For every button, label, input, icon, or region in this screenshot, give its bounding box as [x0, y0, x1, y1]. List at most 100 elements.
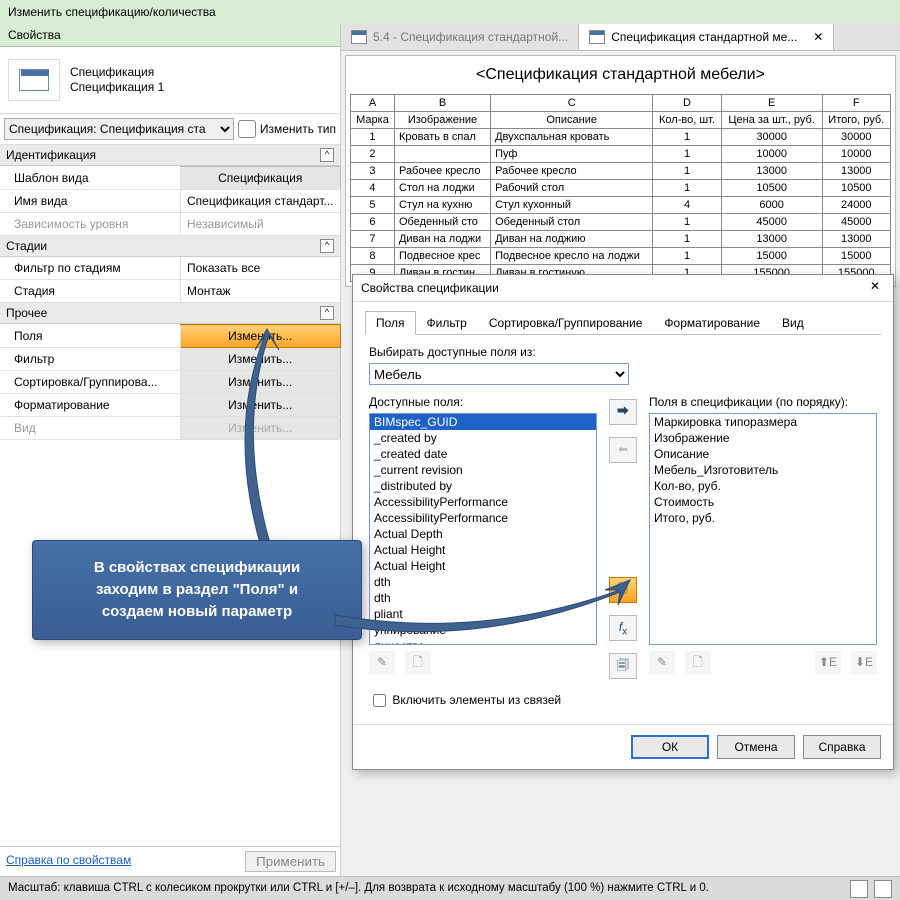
schedule-view: <Спецификация стандартной мебели> ABCDEF…: [345, 55, 896, 287]
new-param-button[interactable]: 🗋: [405, 651, 431, 675]
edit-button: ✎: [649, 651, 675, 675]
schedule-fields-listbox[interactable]: Маркировка типоразмераИзображениеОписани…: [649, 413, 877, 645]
move-down-button: ⬇E: [851, 651, 877, 675]
section-identification[interactable]: Идентификация^: [0, 145, 340, 166]
category-dropdown[interactable]: Мебель: [369, 363, 629, 385]
list-item[interactable]: _current revision: [370, 462, 596, 478]
help-button[interactable]: Справка: [803, 735, 881, 759]
table-row[interactable]: 4Стол на лоджиРабочий стол11050010500: [351, 180, 891, 197]
col-header[interactable]: Марка: [351, 112, 395, 129]
schedule-title: <Спецификация стандартной мебели>: [350, 60, 891, 94]
available-fields-label: Доступные поля:: [369, 395, 597, 409]
col-letter[interactable]: B: [394, 95, 490, 112]
table-row[interactable]: 5Стул на кухнюСтул кухонный4600024000: [351, 197, 891, 214]
edit-type-button[interactable]: Изменить тип: [238, 120, 336, 138]
cancel-button[interactable]: Отмена: [717, 735, 795, 759]
dialog-tab-0[interactable]: Поля: [365, 311, 416, 335]
col-header[interactable]: Изображение: [394, 112, 490, 129]
list-item[interactable]: Actual Height: [370, 542, 596, 558]
dialog-tabs: ПоляФильтрСортировка/ГруппированиеФормат…: [365, 310, 881, 335]
window-title-bar: Изменить спецификацию/количества: [0, 0, 900, 24]
list-item[interactable]: Кол-во, руб.: [650, 478, 876, 494]
col-letter[interactable]: F: [822, 95, 891, 112]
properties-title: Свойства: [0, 24, 340, 47]
list-item[interactable]: AccessibilityPerformance: [370, 494, 596, 510]
combine-params-button[interactable]: 🗐: [609, 653, 637, 679]
prop-name: Поля: [0, 325, 181, 348]
dialog-tab-4[interactable]: Вид: [771, 311, 815, 335]
col-letter[interactable]: C: [491, 95, 653, 112]
gear-icon: [238, 120, 256, 138]
list-item[interactable]: _created by: [370, 430, 596, 446]
table-row[interactable]: 7Диван на лоджиДиван на лоджию1130001300…: [351, 231, 891, 248]
add-field-button[interactable]: ⮕: [609, 399, 637, 425]
callout-arrow: [330, 570, 640, 650]
in-schedule-fields-label: Поля в спецификации (по порядку):: [649, 395, 877, 409]
table-row[interactable]: 8Подвесное кресПодвесное кресло на лоджи…: [351, 248, 891, 265]
doc-tab-0[interactable]: 5.4 - Спецификация стандартной...: [341, 24, 579, 50]
table-row[interactable]: 6Обеденный стоОбеденный стол14500045000: [351, 214, 891, 231]
dialog-tab-2[interactable]: Сортировка/Группирование: [478, 311, 654, 335]
col-letter[interactable]: D: [653, 95, 722, 112]
col-letter[interactable]: E: [721, 95, 822, 112]
section-phases[interactable]: Стадии^: [0, 236, 340, 257]
instance-selector[interactable]: Спецификация: Спецификация ста: [4, 118, 234, 140]
list-item[interactable]: Итого, руб.: [650, 510, 876, 526]
list-item[interactable]: _distributed by: [370, 478, 596, 494]
doc-tab-1[interactable]: Спецификация стандартной ме...✕: [579, 24, 834, 50]
status-icon-2[interactable]: [874, 880, 892, 898]
collapse-icon[interactable]: ^: [320, 148, 334, 162]
table-row[interactable]: 1Кровать в спалДвухспальная кровать13000…: [351, 129, 891, 146]
view-name-value[interactable]: Спецификация стандарт...: [181, 190, 341, 213]
table-row[interactable]: 3Рабочее креслоРабочее кресло11300013000: [351, 163, 891, 180]
type-name: Спецификация: [70, 65, 164, 80]
list-item[interactable]: _created date: [370, 446, 596, 462]
prop-name: Стадия: [0, 280, 181, 303]
dialog-close-button[interactable]: ✕: [865, 279, 885, 297]
col-header[interactable]: Описание: [491, 112, 653, 129]
list-item[interactable]: Стоимость: [650, 494, 876, 510]
dialog-tab-3[interactable]: Форматирование: [653, 311, 771, 335]
edit-param-button[interactable]: ✎: [369, 651, 395, 675]
remove-field-button[interactable]: ⬅: [609, 437, 637, 463]
prop-name: Фильтр по стадиям: [0, 257, 181, 280]
properties-help-link[interactable]: Справка по свойствам: [0, 847, 137, 876]
ok-button[interactable]: ОК: [631, 735, 709, 759]
list-item[interactable]: Маркировка типоразмера: [650, 414, 876, 430]
callout-arrow: [205, 315, 345, 565]
col-header[interactable]: Итого, руб.: [822, 112, 891, 129]
table-row[interactable]: 2Пуф11000010000: [351, 146, 891, 163]
list-item[interactable]: Мебель_Изготовитель: [650, 462, 876, 478]
list-item[interactable]: AccessibilityPerformance: [370, 510, 596, 526]
tutorial-callout: В свойствах спецификации заходим в разде…: [32, 540, 362, 640]
schedule-tab-icon: [589, 30, 605, 44]
view-template-value[interactable]: Спецификация: [181, 167, 341, 190]
dialog-title: Свойства спецификации: [361, 281, 499, 295]
col-header[interactable]: Цена за шт., руб.: [721, 112, 822, 129]
type-selector[interactable]: Спецификация Спецификация 1: [0, 47, 340, 114]
schedule-tab-icon: [351, 30, 367, 44]
list-item[interactable]: Изображение: [650, 430, 876, 446]
prop-name: Форматирование: [0, 394, 181, 417]
list-item[interactable]: Описание: [650, 446, 876, 462]
schedule-table[interactable]: ABCDEF МаркаИзображениеОписаниеКол-во, ш…: [350, 94, 891, 282]
apply-button[interactable]: Применить: [245, 851, 336, 872]
prop-name: Шаблон вида: [0, 167, 181, 190]
collapse-icon[interactable]: ^: [320, 239, 334, 253]
status-bar: Масштаб: клавиша CTRL с колесиком прокру…: [0, 876, 900, 900]
close-tab-icon[interactable]: ✕: [813, 30, 823, 44]
status-icon-1[interactable]: [850, 880, 868, 898]
document-tabs: 5.4 - Спецификация стандартной... Специф…: [341, 24, 900, 51]
list-item[interactable]: BIMspec_GUID: [370, 414, 596, 430]
list-item[interactable]: Actual Depth: [370, 526, 596, 542]
col-header[interactable]: Кол-во, шт.: [653, 112, 722, 129]
dialog-tab-1[interactable]: Фильтр: [416, 311, 478, 335]
include-links-checkbox[interactable]: Включить элементы из связей: [369, 693, 561, 707]
phase-value[interactable]: Монтаж: [181, 280, 341, 303]
schedule-icon: [8, 59, 60, 101]
prop-name: Сортировка/Группирова...: [0, 371, 181, 394]
phase-filter-value[interactable]: Показать все: [181, 257, 341, 280]
dependency-value: Независимый: [181, 213, 341, 236]
prop-name: Вид: [0, 417, 181, 440]
col-letter[interactable]: A: [351, 95, 395, 112]
